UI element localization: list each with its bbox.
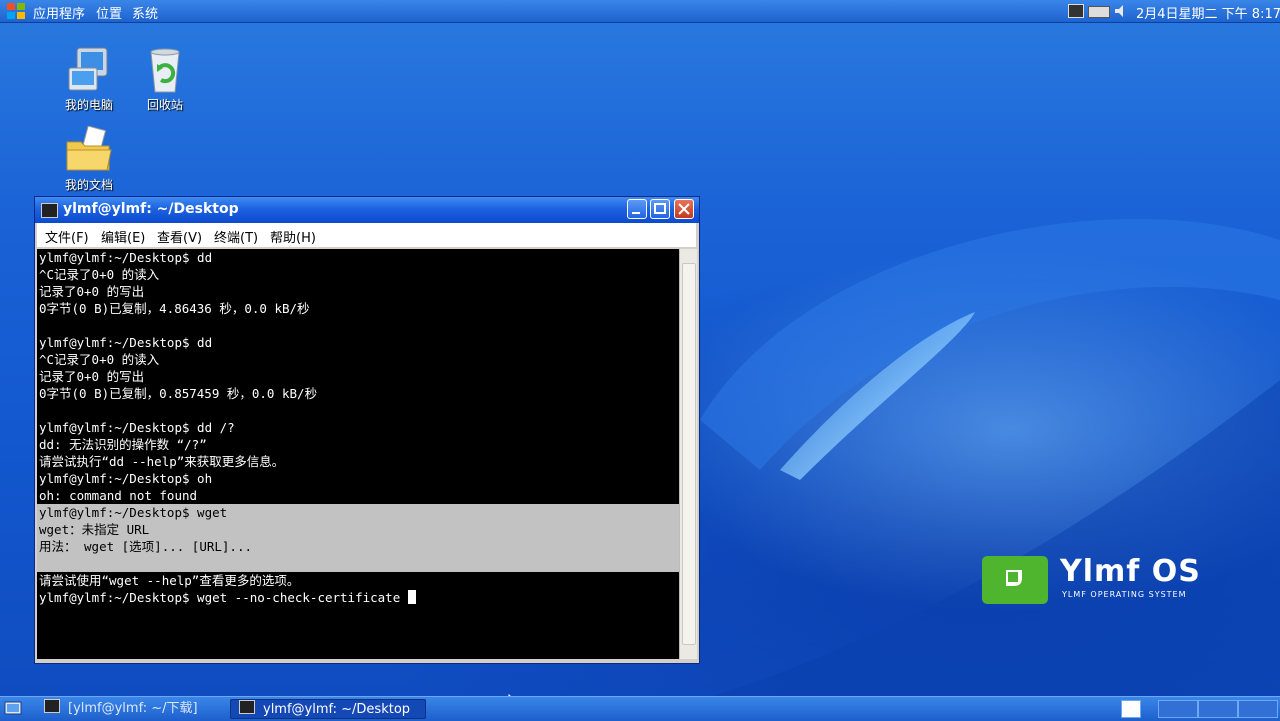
taskbar-item-downloads[interactable]: [ylmf@ylmf: ~/下载] bbox=[36, 699, 226, 719]
distro-logo-icon[interactable] bbox=[6, 2, 26, 20]
taskbar-item-label: [ylmf@ylmf: ~/下载] bbox=[68, 701, 198, 716]
menu-view[interactable]: 查看(V) bbox=[157, 227, 202, 246]
terminal-icon bbox=[239, 700, 255, 714]
taskbar-item-label: ylmf@ylmf: ~/Desktop bbox=[263, 702, 411, 717]
clock[interactable]: 2月4日星期二 下午 8:17 bbox=[1136, 3, 1280, 22]
terminal-line: 请尝试执行“dd --help”来获取更多信息。 bbox=[39, 454, 285, 469]
brand-tagline: YLMF OPERATING SYSTEM bbox=[1062, 590, 1187, 599]
volume-icon[interactable] bbox=[1113, 4, 1129, 18]
workspace-3[interactable] bbox=[1198, 700, 1238, 718]
terminal-line: dd: 无法识别的操作数 “/?” bbox=[39, 437, 207, 452]
terminal-line: ylmf@ylmf:~/Desktop$ oh bbox=[39, 471, 213, 486]
window-title: ylmf@ylmf: ~/Desktop bbox=[63, 201, 239, 217]
terminal-line: ^C记录了0+0 的读入 bbox=[39, 352, 160, 367]
battery-icon[interactable] bbox=[1088, 6, 1110, 18]
computer-icon bbox=[68, 47, 108, 91]
terminal-line: ylmf@ylmf:~/Desktop$ dd bbox=[39, 250, 213, 265]
terminal-line: 请尝试使用“wget --help”查看更多的选项。 bbox=[39, 573, 300, 588]
menu-applications[interactable]: 应用程序 bbox=[33, 3, 85, 22]
brand-name: Ylmf OS bbox=[1060, 554, 1201, 589]
terminal-icon bbox=[41, 203, 58, 218]
menu-edit[interactable]: 编辑(E) bbox=[101, 227, 145, 246]
desktop-icon-label: 我的文档 bbox=[64, 178, 113, 192]
workspace-4[interactable] bbox=[1238, 700, 1278, 718]
ylmf-logo-icon bbox=[982, 556, 1048, 604]
workspace-1[interactable] bbox=[1121, 700, 1141, 718]
scrollbar-thumb[interactable] bbox=[682, 263, 696, 645]
menubar: 文件(F) 编辑(E) 查看(V) 终端(T) 帮助(H) bbox=[37, 223, 696, 247]
terminal-line: 0字节(0 B)已复制，4.86436 秒，0.0 kB/秒 bbox=[39, 301, 310, 316]
maximize-icon bbox=[654, 203, 666, 214]
taskbar-item-desktop[interactable]: ylmf@ylmf: ~/Desktop bbox=[230, 699, 426, 719]
terminal-line: ylmf@ylmf:~/Desktop$ dd /? bbox=[39, 420, 235, 435]
minimize-icon bbox=[632, 212, 640, 214]
bottom-taskbar: [ylmf@ylmf: ~/下载] ylmf@ylmf: ~/Desktop bbox=[0, 696, 1280, 721]
terminal-line: 用法： wget [选项]... [URL]... bbox=[39, 539, 253, 554]
recycle-bin-icon bbox=[150, 48, 180, 93]
terminal-icon bbox=[44, 699, 60, 713]
terminal-line: ^C记录了0+0 的读入 bbox=[39, 267, 160, 282]
terminal-line: wget：未指定 URL bbox=[39, 522, 150, 537]
desktop-icon-documents[interactable]: 我的文档 bbox=[44, 126, 134, 193]
scrollbar[interactable] bbox=[679, 249, 697, 659]
terminal-line: 记录了0+0 的写出 bbox=[39, 284, 145, 299]
terminal-line: ylmf@ylmf:~/Desktop$ wget --no-check-cer… bbox=[39, 590, 408, 605]
close-icon bbox=[678, 203, 690, 215]
terminal-line: ylmf@ylmf:~/Desktop$ wget bbox=[39, 505, 228, 520]
maximize-button[interactable] bbox=[650, 199, 670, 219]
terminal-prompt-line[interactable]: ylmf@ylmf:~/Desktop$ wget --no-check-cer… bbox=[39, 589, 416, 606]
terminal-window: ylmf@ylmf: ~/Desktop 文件(F) 编辑(E) 查看(V) 终… bbox=[34, 196, 700, 664]
desktop-icon-label: 回收站 bbox=[146, 98, 183, 112]
terminal-line: oh: command not found bbox=[39, 488, 198, 503]
terminal-line: 记录了0+0 的写出 bbox=[39, 369, 145, 384]
ylmf-brand-logo: Ylmf OS YLMF OPERATING SYSTEM bbox=[976, 552, 1236, 614]
show-desktop-icon[interactable] bbox=[4, 700, 22, 717]
close-button[interactable] bbox=[674, 199, 694, 219]
terminal-line: 0字节(0 B)已复制，0.857459 秒，0.0 kB/秒 bbox=[39, 386, 318, 401]
folder-icon bbox=[66, 126, 112, 171]
menu-help[interactable]: 帮助(H) bbox=[270, 227, 316, 246]
menu-file[interactable]: 文件(F) bbox=[45, 227, 89, 246]
text-cursor bbox=[407, 590, 416, 604]
workspace-2[interactable] bbox=[1158, 700, 1198, 718]
menu-system[interactable]: 系统 bbox=[132, 3, 158, 22]
terminal-line: ylmf@ylmf:~/Desktop$ dd bbox=[39, 335, 213, 350]
desktop-icon-recycle-bin[interactable]: 回收站 bbox=[120, 46, 210, 113]
network-icon[interactable] bbox=[1068, 4, 1084, 18]
window-titlebar[interactable]: ylmf@ylmf: ~/Desktop bbox=[35, 197, 699, 223]
top-panel: 应用程序 位置 系统 2月4日星期二 下午 8:17 bbox=[0, 0, 1280, 23]
menu-terminal[interactable]: 终端(T) bbox=[214, 227, 258, 246]
menu-places[interactable]: 位置 bbox=[96, 3, 122, 22]
terminal-output[interactable]: ylmf@ylmf:~/Desktop$ dd ^C记录了0+0 的读入 记录了… bbox=[37, 249, 679, 659]
minimize-button[interactable] bbox=[627, 199, 647, 219]
